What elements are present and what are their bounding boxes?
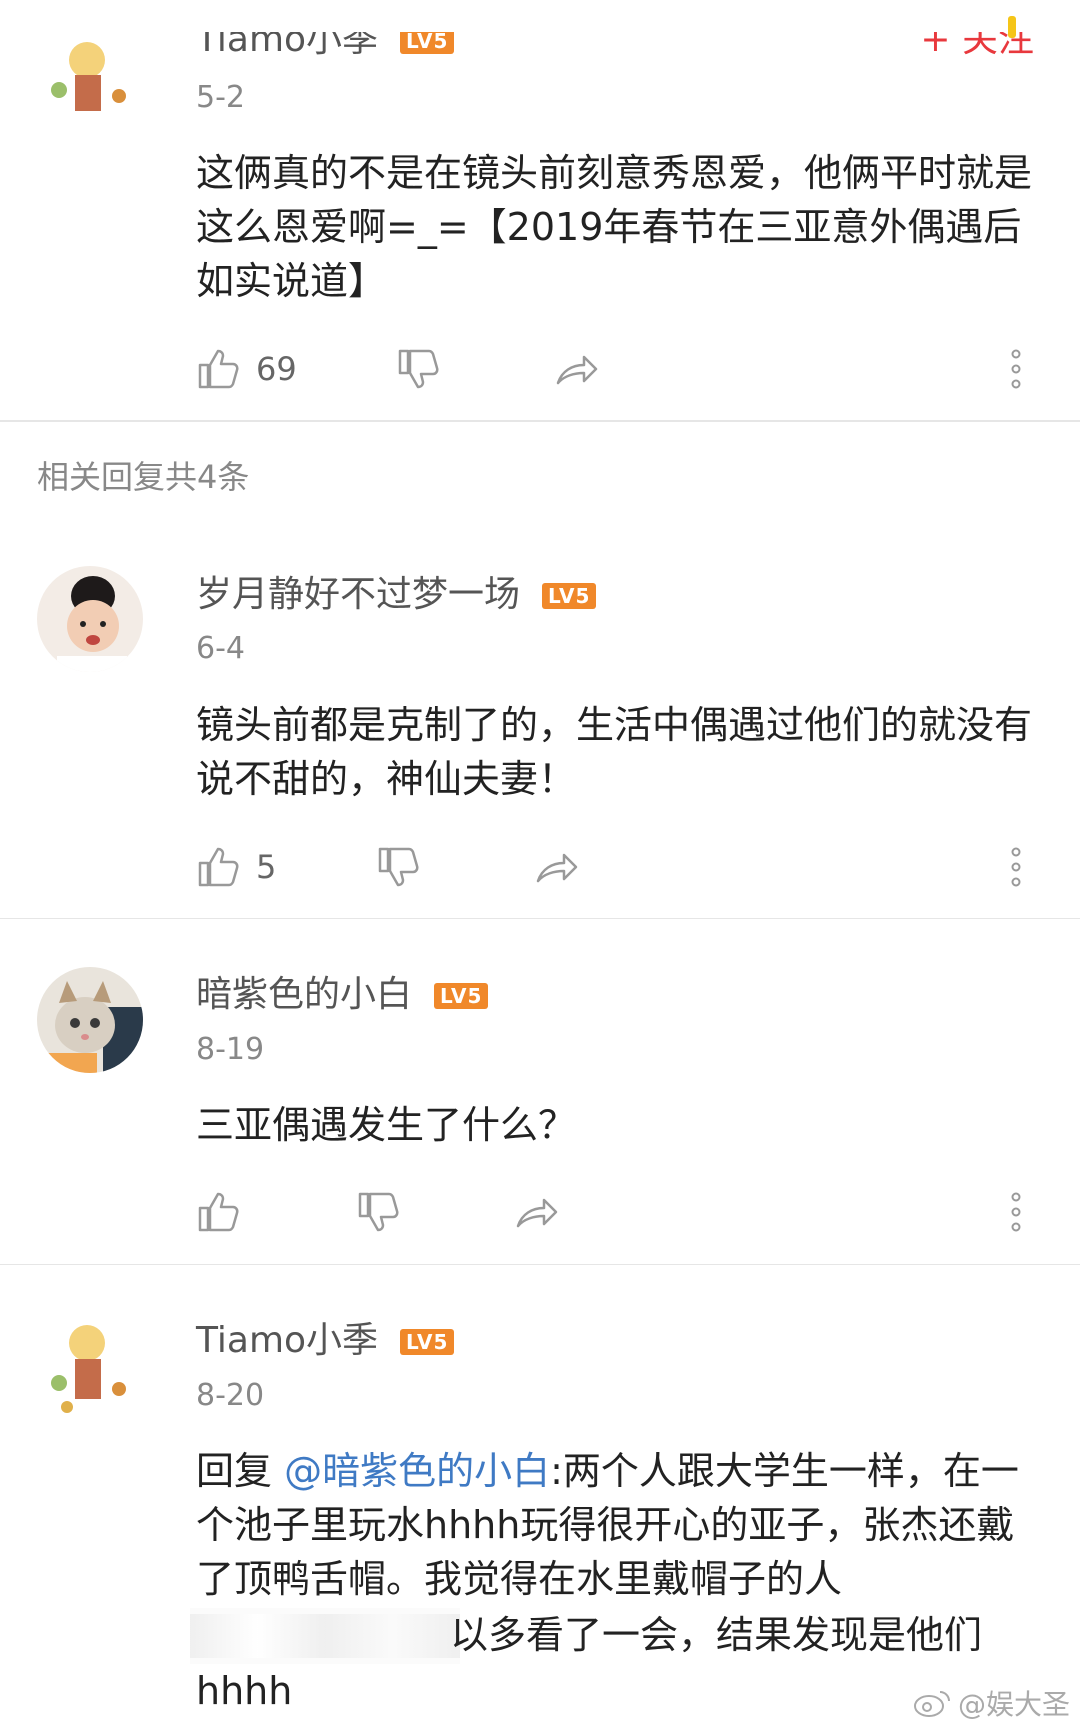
comment-date: 8-20: [196, 1378, 265, 1413]
share-arrow-icon: [536, 853, 578, 883]
username[interactable]: 岁月静好不过梦一场 LV5: [196, 565, 597, 617]
comment-text: 三亚偶遇发生了什么？: [196, 1103, 577, 1147]
avatar[interactable]: [37, 967, 143, 1073]
username[interactable]: Tiamo小季 LV5: [196, 19, 455, 62]
follow-button[interactable]: + 关注: [920, 32, 1034, 62]
comment-text: 镜头前都是克制了的，生活中偶遇过他们的就没有说不甜的，神仙夫妻！: [196, 703, 1033, 801]
dislike-button[interactable]: [376, 842, 420, 892]
like-count: 69: [256, 350, 297, 388]
obscured-overlay: [190, 1608, 460, 1664]
avatar[interactable]: [37, 566, 143, 672]
thumbs-down-icon: [358, 1192, 399, 1232]
level-badge: LV5: [434, 983, 489, 1009]
comment-actions: [196, 1187, 1026, 1237]
comment-date: 6-4: [196, 631, 245, 666]
more-options-icon[interactable]: [1006, 842, 1026, 892]
related-replies-label: 相关回复共4条: [37, 458, 250, 496]
thumbs-down-icon: [398, 349, 439, 389]
comment-text: 这俩真的不是在镜头前刻意秀恩爱，他俩平时就是这么恩爱啊=_=【2019年春节在三…: [196, 151, 1033, 303]
like-count: 5: [256, 848, 277, 886]
thumbs-up-icon: [198, 847, 239, 887]
comment-actions: 69: [196, 344, 1026, 394]
username-text: Tiamo小季: [196, 1320, 379, 1361]
dislike-button[interactable]: [356, 1187, 400, 1237]
thumbs-up-icon: [198, 349, 239, 389]
username[interactable]: 暗紫色的小白 LV5: [196, 965, 489, 1017]
reply-prefix: 回复: [196, 1449, 273, 1493]
share-arrow-icon: [556, 355, 598, 385]
username[interactable]: Tiamo小季 LV5: [196, 1311, 455, 1363]
comment-text: 回复 @暗紫色的小白:两个人跟大学生一样，在一个池子里玩水hhhh玩得很开心的亚…: [196, 1444, 1036, 1606]
like-button[interactable]: 5: [196, 842, 276, 892]
watermark: @娱大圣: [912, 1683, 1070, 1723]
comment-text-last: hhhh: [196, 1669, 293, 1713]
status-indicator: [1008, 16, 1016, 38]
more-options-icon[interactable]: [1006, 1187, 1026, 1237]
share-button[interactable]: [514, 1187, 560, 1237]
comment-actions: 5: [196, 842, 1026, 892]
watermark-text: @娱大圣: [957, 1688, 1070, 1721]
username-text: 岁月静好不过梦一场: [196, 574, 521, 615]
comment-date: 8-19: [196, 1032, 265, 1067]
dislike-button[interactable]: [396, 344, 440, 394]
mention-link[interactable]: @暗紫色的小白: [284, 1449, 550, 1493]
divider: [0, 1264, 1080, 1265]
comment-text-tail: 以多看了一会，结果发现是他们: [450, 1613, 983, 1657]
divider: [0, 918, 1080, 919]
divider: [0, 420, 1080, 422]
like-button[interactable]: 69: [196, 344, 297, 394]
like-button[interactable]: [196, 1187, 240, 1237]
share-button[interactable]: [534, 842, 580, 892]
share-button[interactable]: [554, 344, 600, 394]
weibo-logo-icon: [913, 1691, 950, 1717]
level-badge: LV5: [542, 583, 597, 609]
thumbs-down-icon: [378, 847, 419, 887]
thumbs-up-icon: [198, 1192, 239, 1232]
level-badge: LV5: [400, 32, 455, 54]
comment-date: 5-2: [196, 80, 245, 115]
share-arrow-icon: [516, 1198, 558, 1228]
more-options-icon[interactable]: [1006, 344, 1026, 394]
username-text: Tiamo小季: [196, 19, 379, 60]
avatar[interactable]: [37, 1313, 143, 1419]
avatar[interactable]: [37, 30, 143, 120]
level-badge: LV5: [400, 1329, 455, 1355]
username-text: 暗紫色的小白: [196, 974, 413, 1015]
